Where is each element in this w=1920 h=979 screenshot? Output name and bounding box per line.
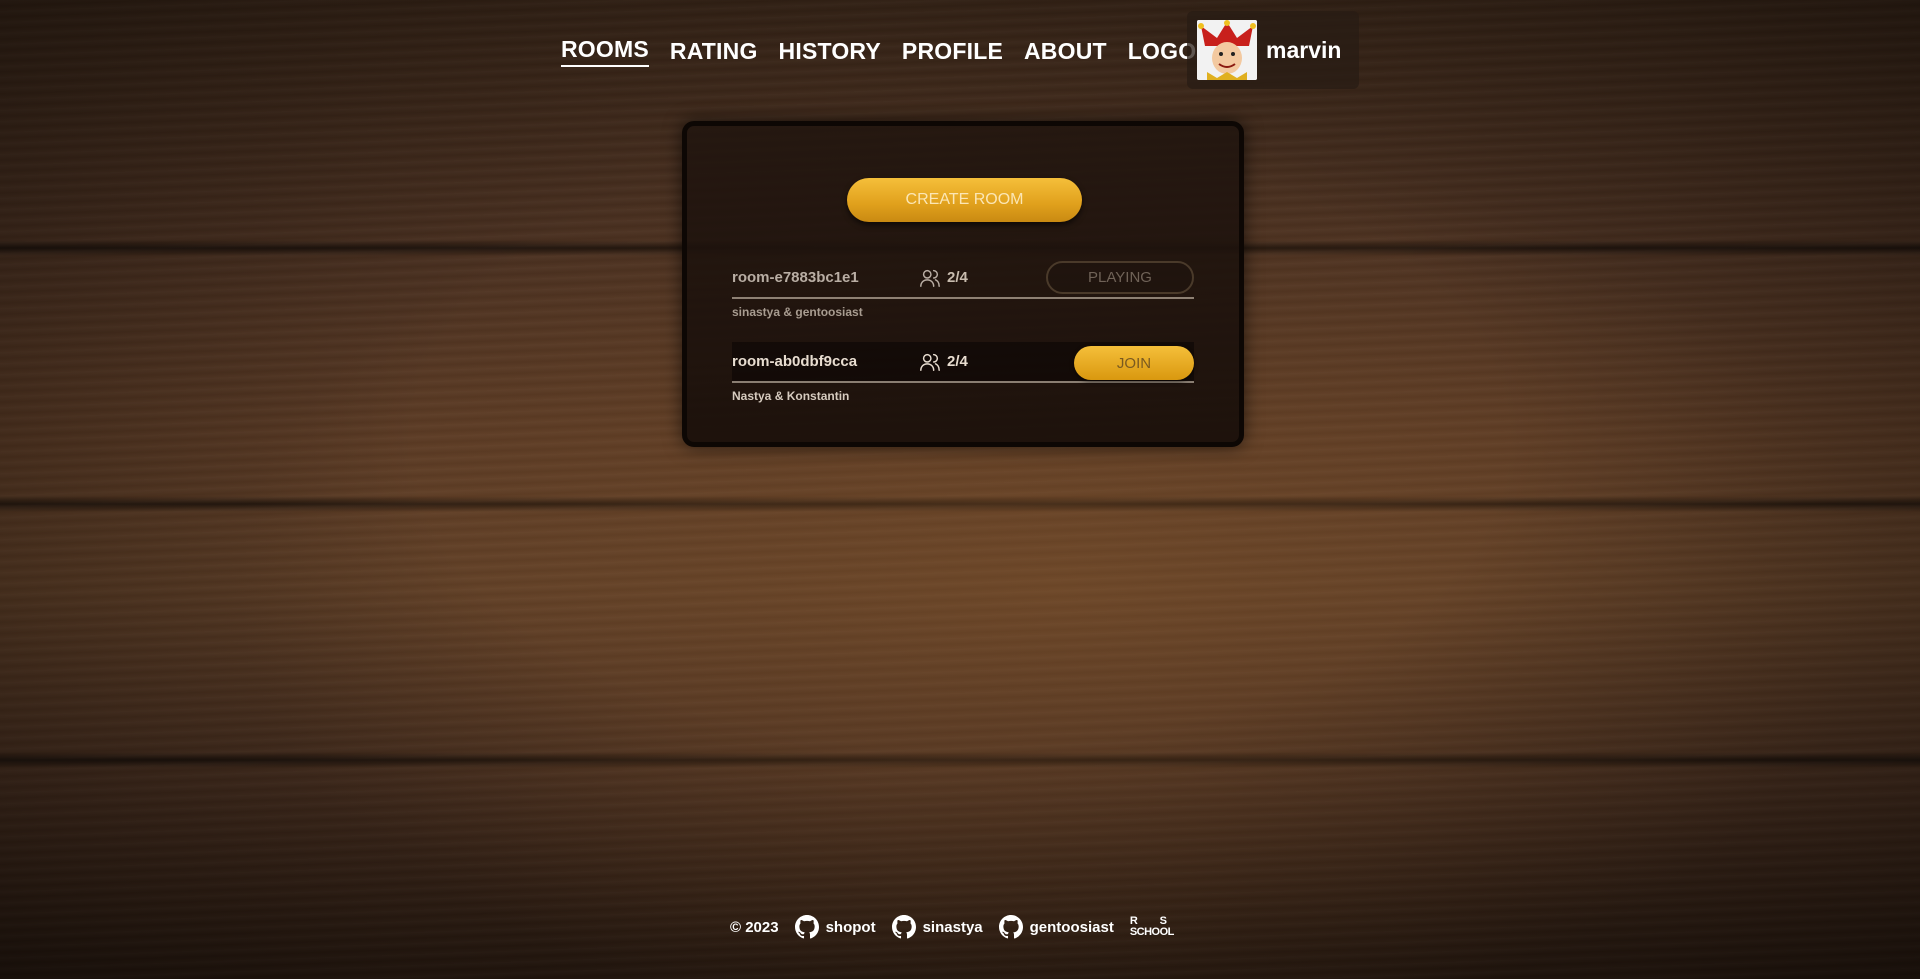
room-members: sinastya & gentoosiast [732,305,863,319]
github-link-label: gentoosiast [1029,918,1114,936]
footer: © 2023 shopot sinastya gentoosiast RS SC… [730,914,1174,940]
nav-rooms[interactable]: ROOMS [561,36,649,67]
room-name: room-e7883bc1e1 [732,269,859,286]
jester-avatar-icon [1197,20,1257,80]
main-nav: ROOMS RATING HISTORY PROFILE ABOUT LOGOU… [561,36,1248,67]
copyright: © 2023 [730,918,779,936]
room-row: room-e7883bc1e1 2/4 PLAYING [732,258,1194,299]
rs-school-logo[interactable]: RS SC HO OL [1130,916,1175,938]
nav-about[interactable]: ABOUT [1024,38,1107,65]
player-count-text: 2/4 [947,353,968,370]
nav-history[interactable]: HISTORY [779,38,881,65]
player-count-text: 2/4 [947,269,968,286]
create-room-button[interactable]: CREATE ROOM [847,178,1082,222]
room-player-count: 2/4 [919,267,968,289]
github-link-shopot[interactable]: shopot [794,915,876,939]
nav-profile[interactable]: PROFILE [902,38,1003,65]
nav-rating[interactable]: RATING [670,38,758,65]
users-icon [920,353,940,371]
room-name: room-ab0dbf9cca [732,353,858,370]
github-link-label: shopot [825,918,876,936]
github-link-gentoosiast[interactable]: gentoosiast [998,915,1114,939]
github-icon [998,915,1023,939]
github-link-sinastya[interactable]: sinastya [891,915,983,939]
room-members: Nastya & Konstantin [732,389,850,403]
room-player-count: 2/4 [919,351,968,373]
playing-status-button: PLAYING [1046,261,1194,294]
room-row: room-ab0dbf9cca 2/4 JOIN [732,342,1194,383]
join-room-button[interactable]: JOIN [1074,346,1194,380]
github-icon [891,915,916,939]
github-icon [794,915,819,939]
user-profile-box[interactable]: marvin [1187,11,1359,89]
username: marvin [1266,36,1342,63]
users-icon [920,269,940,287]
rooms-panel: CREATE ROOM room-e7883bc1e1 2/4 PLAYING … [682,121,1244,447]
github-link-label: sinastya [922,918,983,936]
